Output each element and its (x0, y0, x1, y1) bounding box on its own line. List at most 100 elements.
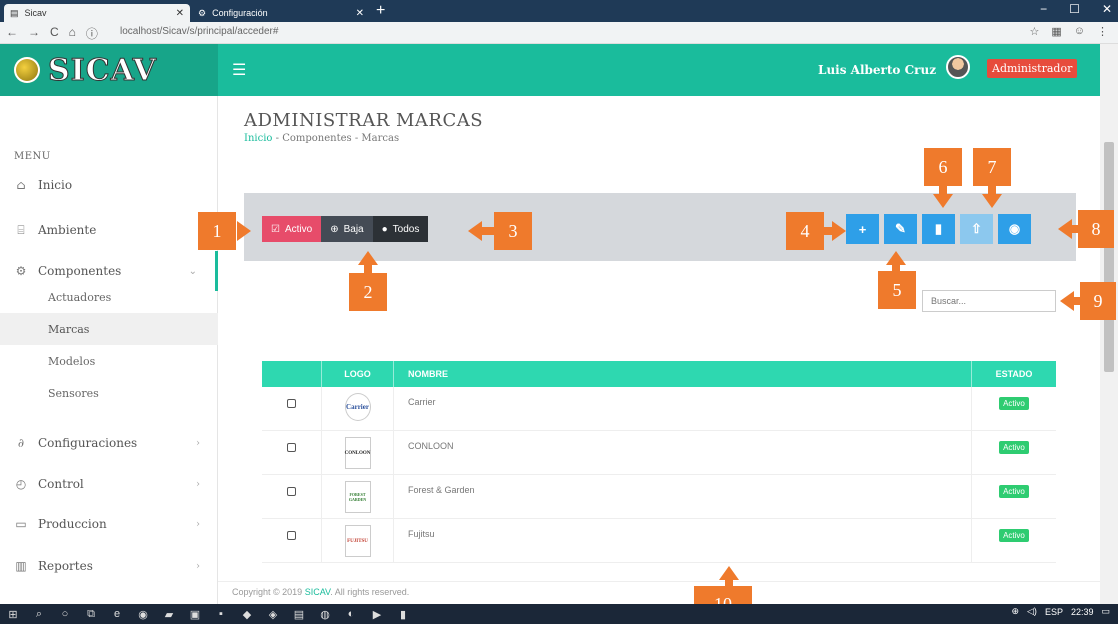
breadcrumb-separator: - (354, 133, 359, 144)
name-cell: Fujitsu (394, 519, 972, 563)
clock[interactable]: 22:39 (1071, 607, 1094, 617)
sidebar-subitem-modelos[interactable]: Modelos (0, 345, 218, 377)
edge-icon[interactable]: e (104, 608, 130, 620)
subitem-label: Modelos (48, 354, 96, 368)
menu-icon[interactable]: ⋮ (1097, 25, 1108, 38)
browser-tab-sicav[interactable]: ▤ Sicav ✕ (4, 4, 190, 22)
notifications-icon[interactable]: ▭ (1101, 606, 1110, 617)
subitem-label: Marcas (48, 322, 90, 336)
edit-button[interactable]: ✎ (884, 214, 917, 244)
column-header-estado[interactable]: ESTADO (972, 361, 1056, 387)
hamburger-icon[interactable]: ☰ (232, 60, 246, 79)
language-indicator[interactable]: ESP (1045, 607, 1063, 617)
search-icon[interactable]: ⌕ (26, 608, 52, 621)
store-icon[interactable]: ▣ (182, 608, 208, 621)
row-checkbox[interactable] (287, 443, 296, 452)
app-icon[interactable]: ▪ (208, 608, 234, 620)
status-badge: Activo (999, 441, 1029, 454)
task-view-icon[interactable]: ⧉ (78, 608, 104, 621)
brand-name: SICAV (48, 52, 157, 88)
sidebar-item-configuraciones[interactable]: ∂ Configuraciones › (0, 423, 218, 463)
app-icon[interactable]: ◈ (260, 608, 286, 621)
column-header-nombre[interactable]: NOMBRE (394, 361, 972, 387)
status-cell: Activo (972, 431, 1056, 475)
logo-cell: Carrier (322, 387, 394, 431)
nav-buttons: ← → C ⌂ ⓘ (6, 25, 98, 42)
app-icon[interactable]: ◍ (312, 608, 338, 621)
app-icon[interactable]: ▶ (364, 608, 390, 621)
back-icon[interactable]: ← (6, 25, 18, 42)
chart-icon: ▥ (15, 559, 27, 573)
avatar[interactable] (946, 55, 970, 79)
check-square-icon: ☑ (271, 223, 280, 235)
row-checkbox[interactable] (287, 399, 296, 408)
link-icon: ∂ (17, 436, 25, 450)
folder-icon: ▭ (15, 517, 27, 531)
filter-activo-button[interactable]: ☑ Activo (262, 216, 322, 242)
footer-brand-link[interactable]: SICAV (305, 587, 331, 597)
table-row[interactable]: FOREST GARDEN Forest & Garden Activo (262, 475, 1056, 519)
app-icon[interactable]: ◆ (234, 608, 260, 621)
footer-text: Copyright © 2019 (232, 587, 305, 597)
row-checkbox[interactable] (287, 487, 296, 496)
app-icon[interactable]: ◐ (338, 608, 364, 620)
column-header-logo[interactable]: LOGO (322, 361, 394, 387)
sidebar-subitem-actuadores[interactable]: Actuadores (0, 281, 218, 313)
volume-icon[interactable]: ◁) (1027, 606, 1037, 617)
brand-logo[interactable]: SICAV (0, 44, 218, 96)
sidebar-item-reportes[interactable]: ▥ Reportes › (0, 546, 218, 586)
annotation-arrow-shaft (988, 186, 996, 194)
window-controls: − ☐ ✕ (1040, 2, 1112, 16)
close-window-icon[interactable]: ✕ (1102, 2, 1112, 16)
breadcrumb-componentes: Componentes (282, 133, 352, 144)
annotation-6: 6 (924, 148, 962, 186)
row-checkbox[interactable] (287, 531, 296, 540)
star-icon[interactable]: ☆ (1029, 25, 1039, 38)
subitem-label: Sensores (48, 386, 99, 400)
brand-logo-image: FOREST GARDEN (344, 481, 371, 513)
tab-close-icon[interactable]: ✕ (176, 8, 184, 19)
minimize-icon[interactable]: − (1040, 2, 1047, 16)
reload-icon[interactable]: C (50, 25, 59, 42)
sidebar-subitem-sensores[interactable]: Sensores (0, 377, 218, 409)
network-icon[interactable]: ⊕ (1011, 606, 1019, 617)
edit-icon: ✎ (895, 221, 906, 236)
search-input[interactable] (922, 290, 1056, 312)
scrollbar-thumb[interactable] (1104, 142, 1114, 372)
table-row[interactable]: CONLOON CONLOON Activo (262, 431, 1056, 475)
sidebar-item-ambiente[interactable]: ⌸ Ambiente (0, 210, 218, 250)
breadcrumb-link-inicio[interactable]: Inicio (244, 133, 272, 144)
home-icon[interactable]: ⌂ (69, 25, 76, 42)
chrome-icon[interactable]: ◉ (130, 608, 156, 621)
windows-start-icon[interactable]: ⊞ (0, 608, 26, 621)
table-row[interactable]: Carrier Carrier Activo (262, 387, 1056, 431)
new-tab-icon[interactable]: + (376, 2, 385, 20)
cortana-icon[interactable]: ○ (52, 608, 78, 620)
forward-icon[interactable]: → (28, 25, 40, 42)
app-icon[interactable]: ▮ (390, 608, 416, 621)
home-icon: ⌂ (16, 178, 26, 192)
annotation-arrow (886, 251, 906, 265)
browser-tab-configuracion[interactable]: ⚙ Configuración ✕ (192, 4, 370, 22)
profile-icon[interactable]: ☺ (1074, 25, 1085, 38)
table-row[interactable]: FUJITSU Fujitsu Activo (262, 519, 1056, 563)
user-name[interactable]: Luis Alberto Cruz (818, 63, 936, 77)
sidebar-item-control[interactable]: ◴ Control › (0, 464, 218, 504)
logo-cell: FUJITSU (322, 519, 394, 563)
maximize-icon[interactable]: ☐ (1069, 2, 1080, 16)
delete-button[interactable]: ▮ (922, 214, 955, 244)
filter-baja-button[interactable]: ⊕ Baja (321, 216, 373, 242)
explorer-icon[interactable]: ▰ (156, 608, 182, 621)
extension-icon[interactable]: ▦ (1051, 25, 1061, 38)
export-button[interactable]: ⇧ (960, 214, 993, 244)
app-icon[interactable]: ▤ (286, 608, 312, 621)
url-field[interactable]: localhost/Sicav/s/principal/acceder# (120, 26, 278, 37)
sidebar-item-produccion[interactable]: ▭ Produccion › (0, 504, 218, 544)
filter-todos-button[interactable]: ● Todos (372, 216, 429, 242)
view-button[interactable]: ◉ (998, 214, 1031, 244)
add-button[interactable]: + (846, 214, 879, 244)
tab-close-icon[interactable]: ✕ (356, 8, 364, 19)
sidebar-subitem-marcas[interactable]: Marcas (0, 313, 218, 345)
logo-cell: CONLOON (322, 431, 394, 475)
sidebar-item-inicio[interactable]: ⌂ Inicio (0, 165, 218, 205)
